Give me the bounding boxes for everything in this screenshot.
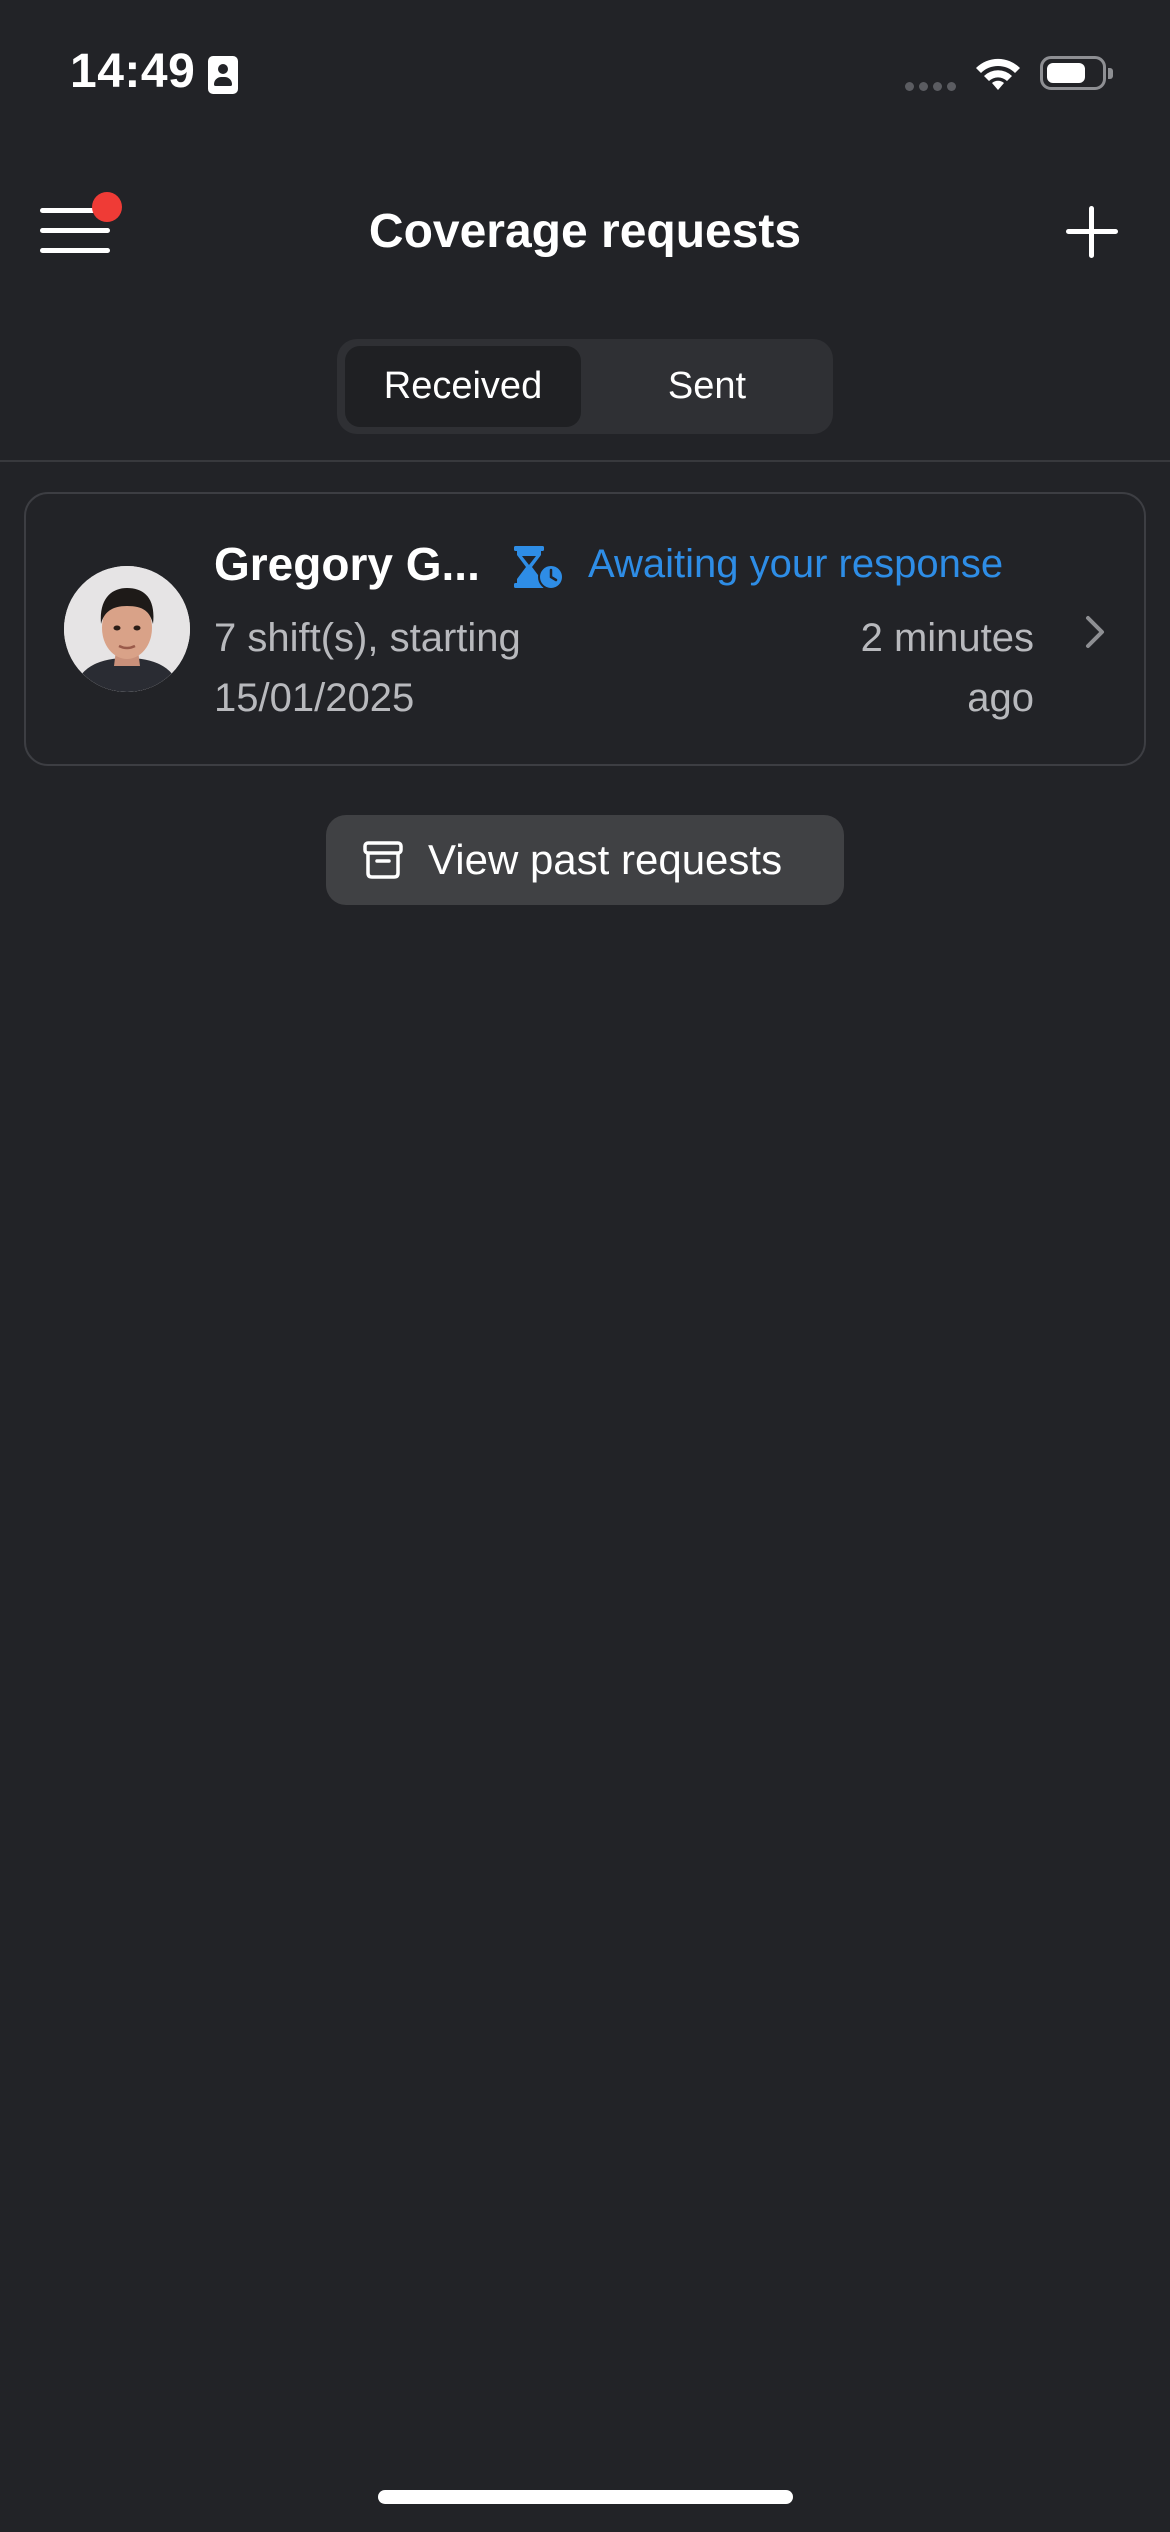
tab-received[interactable]: Received (345, 346, 581, 427)
page-title: Coverage requests (368, 205, 802, 258)
avatar (64, 566, 190, 692)
coverage-requests-screen: 14:49 Coverage requests Received Sent Gr… (0, 0, 1170, 2532)
wifi-icon (976, 58, 1020, 90)
status-time: 14:49 (70, 45, 196, 98)
request-tabs: Received Sent (337, 339, 833, 434)
id-card-icon (208, 56, 238, 94)
chevron-right-icon (1086, 616, 1104, 648)
request-card[interactable]: Gregory G... Awaiting your response 7 sh… (24, 492, 1146, 766)
home-indicator (378, 2490, 793, 2504)
divider (0, 460, 1170, 462)
status-bar: 14:49 (0, 0, 1170, 150)
request-time-ago: 2 minutes ago (860, 616, 1034, 720)
archive-box-icon (363, 841, 403, 879)
shift-summary: 7 shift(s), starting 15/01/2025 (214, 616, 521, 720)
hourglass-clock-icon (514, 546, 564, 590)
requester-name: Gregory G... (214, 538, 480, 590)
cellular-signal-icon (905, 82, 959, 92)
tab-sent[interactable]: Sent (589, 346, 825, 427)
battery-icon (1040, 56, 1113, 90)
view-past-requests-label: View past requests (428, 836, 783, 883)
request-status: Awaiting your response (588, 542, 1004, 586)
view-past-requests-button[interactable]: View past requests (326, 815, 844, 905)
add-request-button[interactable] (1060, 200, 1124, 264)
